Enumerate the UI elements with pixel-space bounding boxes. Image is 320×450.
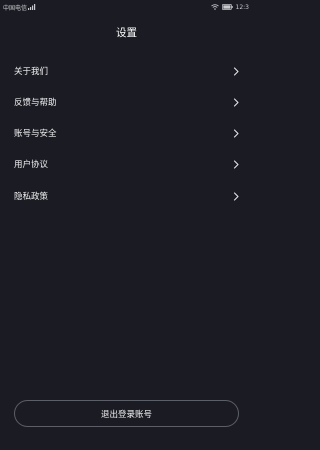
chevron-right-icon xyxy=(233,128,239,138)
clock-label: 12:3 xyxy=(235,3,249,11)
status-bar: 中国电信 12:3 xyxy=(0,0,253,14)
wifi-icon xyxy=(210,4,219,10)
status-left: 中国电信 xyxy=(3,3,36,12)
page-title: 设置 xyxy=(116,27,137,39)
settings-screen: 中国电信 12:3 设置 关于我们 反馈与帮助 账号与安全 用户协议 隐私政策 … xyxy=(0,0,253,450)
battery-icon xyxy=(221,4,233,10)
chevron-right-icon xyxy=(233,97,239,107)
chevron-right-icon xyxy=(233,191,239,201)
status-right: 12:3 xyxy=(210,3,249,11)
menu-item-label: 用户协议 xyxy=(14,160,49,170)
carrier-label: 中国电信 xyxy=(3,4,28,12)
menu-item-user-agreement[interactable]: 用户协议 xyxy=(0,150,253,178)
logout-button[interactable]: 退出登录账号 xyxy=(14,400,239,427)
menu-item-account-security[interactable]: 账号与安全 xyxy=(0,119,253,147)
menu-item-privacy-policy[interactable]: 隐私政策 xyxy=(0,182,253,210)
menu-item-about-us[interactable]: 关于我们 xyxy=(0,57,253,85)
menu-item-label: 账号与安全 xyxy=(14,129,57,139)
chevron-right-icon xyxy=(233,159,239,169)
chevron-right-icon xyxy=(233,66,239,76)
menu-item-label: 关于我们 xyxy=(14,67,49,77)
menu-item-label: 反馈与帮助 xyxy=(14,98,57,108)
logout-label: 退出登录账号 xyxy=(100,409,152,420)
signal-icon xyxy=(28,4,36,10)
menu-item-feedback-help[interactable]: 反馈与帮助 xyxy=(0,88,253,116)
menu-item-label: 隐私政策 xyxy=(14,192,49,202)
